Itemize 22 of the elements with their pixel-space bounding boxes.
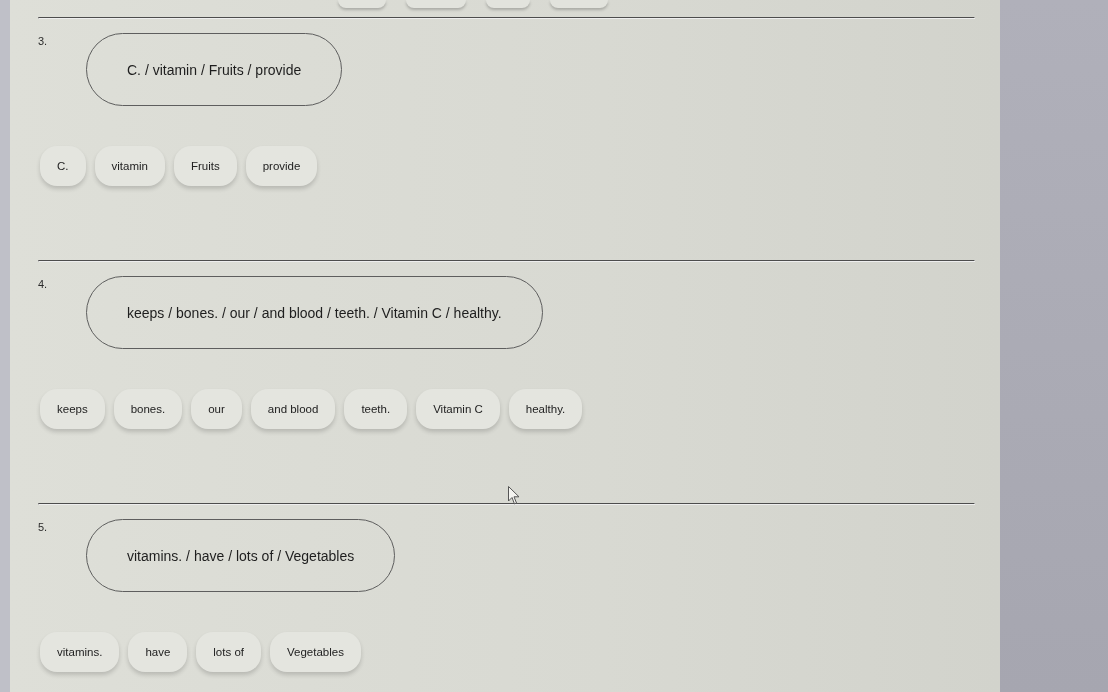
word-tile[interactable]: Fruits: [173, 146, 237, 186]
word-tile[interactable]: Vegetables: [270, 632, 361, 672]
word-tile[interactable]: and blood: [250, 389, 336, 429]
cut-off-word-tile: [550, 0, 608, 8]
word-tile[interactable]: vitamins.: [40, 632, 120, 672]
word-tile[interactable]: healthy.: [508, 389, 583, 429]
word-tile[interactable]: bones.: [113, 389, 183, 429]
question-number: 5.: [38, 520, 49, 533]
word-tile[interactable]: have: [128, 632, 188, 672]
word-tile[interactable]: provide: [245, 146, 318, 186]
word-tile[interactable]: Vitamin C: [416, 389, 500, 429]
cut-off-word-tile: [406, 0, 466, 8]
question-number: 3.: [38, 34, 49, 47]
question-number: 4.: [38, 277, 49, 290]
word-tile[interactable]: keeps: [40, 389, 105, 429]
word-tile[interactable]: vitamin: [94, 146, 165, 186]
word-tile[interactable]: C.: [40, 146, 86, 186]
cut-off-word-tile: [338, 0, 386, 8]
word-tile[interactable]: teeth.: [344, 389, 408, 429]
word-tile[interactable]: our: [191, 389, 242, 429]
cut-off-word-tile: [486, 0, 530, 8]
word-tile[interactable]: lots of: [196, 632, 261, 672]
